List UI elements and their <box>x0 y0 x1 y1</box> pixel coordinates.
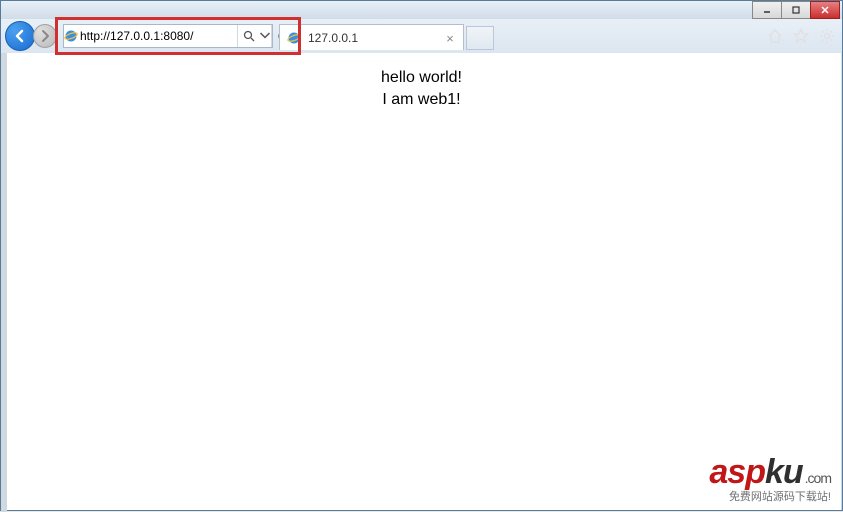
browser-tab[interactable]: 127.0.0.1 × <box>279 24 464 50</box>
star-icon <box>793 28 809 44</box>
back-button[interactable] <box>5 21 35 51</box>
home-icon <box>767 28 783 44</box>
tab-strip: 127.0.0.1 × <box>279 22 494 50</box>
browser-toolbar: 127.0.0.1 × <box>1 19 842 53</box>
tools-button[interactable] <box>818 27 836 45</box>
search-dropdown-button[interactable] <box>259 25 271 47</box>
page-content: hello world! I am web1! aspku.com 免费网站源码… <box>2 53 841 510</box>
window-titlebar <box>1 1 842 19</box>
caption-buttons <box>753 1 840 19</box>
arrow-right-icon <box>38 29 52 43</box>
content-line-2: I am web1! <box>2 89 841 111</box>
watermark: aspku.com 免费网站源码下载站! <box>709 453 831 504</box>
left-edge-blur <box>1 53 7 512</box>
ie-logo-icon <box>286 31 302 45</box>
page-body-text: hello world! I am web1! <box>2 53 841 110</box>
home-button[interactable] <box>766 27 784 45</box>
navigation-buttons <box>5 21 57 51</box>
ie-logo-icon <box>64 29 78 43</box>
toolbar-right-tools <box>766 19 836 53</box>
maximize-button[interactable] <box>781 1 811 19</box>
tab-title: 127.0.0.1 <box>308 31 437 45</box>
new-tab-button[interactable] <box>466 26 494 50</box>
browser-window: 127.0.0.1 × hello world! I am web1! <box>0 0 843 511</box>
search-button[interactable] <box>237 25 259 47</box>
chevron-down-icon <box>259 30 271 42</box>
tab-close-button[interactable]: × <box>443 31 457 45</box>
search-icon <box>243 30 255 42</box>
close-button[interactable] <box>810 1 840 19</box>
watermark-brand: aspku.com <box>709 453 831 492</box>
minimize-button[interactable] <box>752 1 782 19</box>
forward-button[interactable] <box>33 24 57 48</box>
favorites-button[interactable] <box>792 27 810 45</box>
address-bar <box>63 24 273 48</box>
arrow-left-icon <box>13 29 27 43</box>
url-input[interactable] <box>78 29 237 43</box>
gear-icon <box>819 28 835 44</box>
content-line-1: hello world! <box>2 67 841 89</box>
close-icon: × <box>446 31 454 46</box>
